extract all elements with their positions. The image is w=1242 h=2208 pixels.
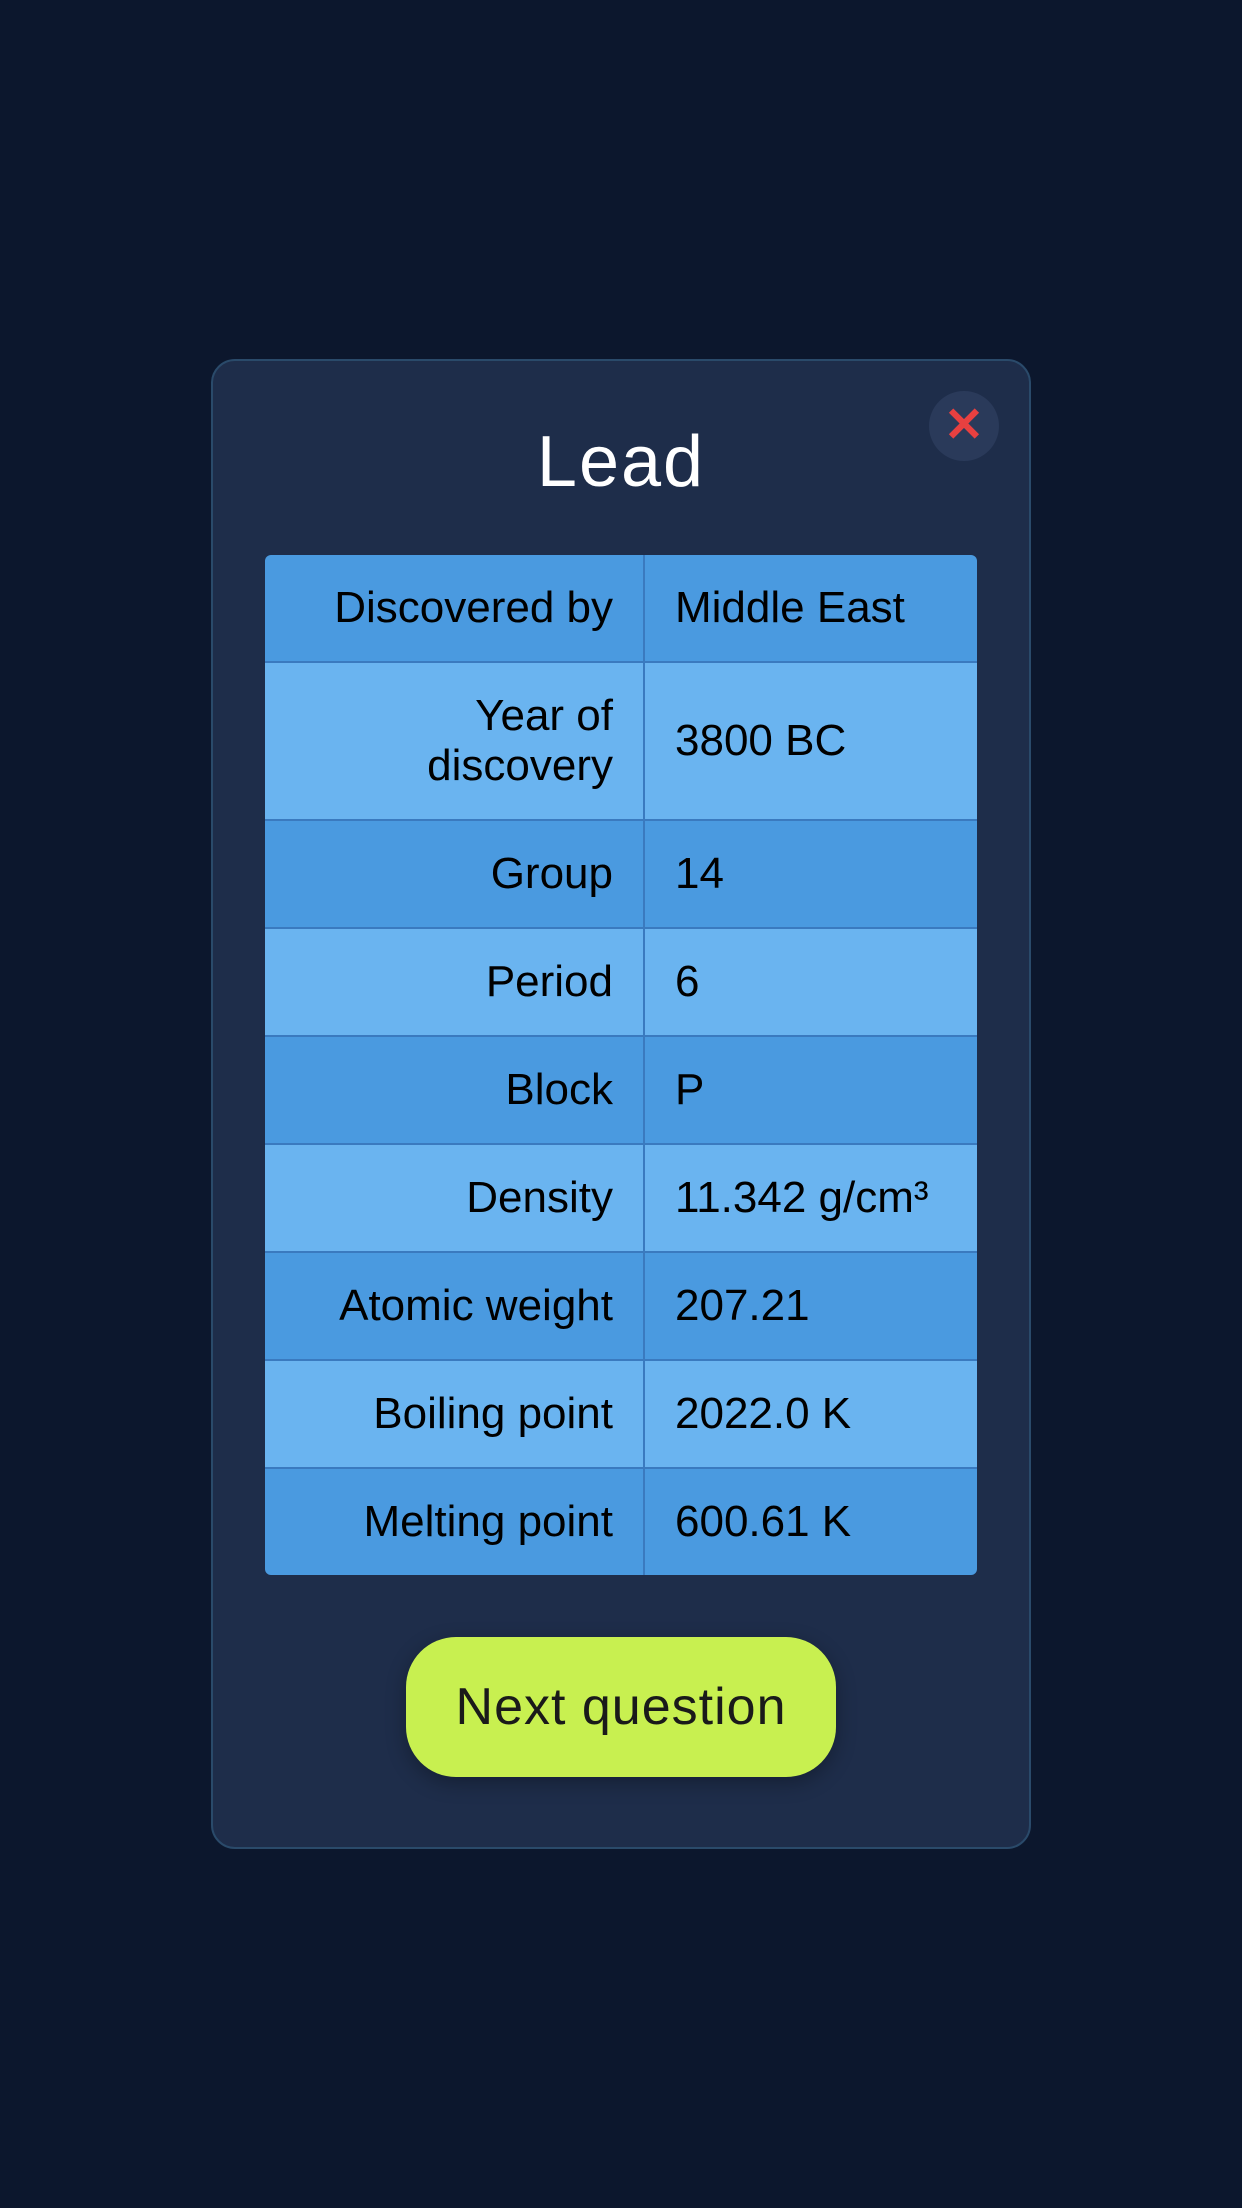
row-label: Discovered by — [264, 554, 644, 662]
table-row: Boiling point2022.0 K — [264, 1360, 978, 1468]
table-row: Group14 — [264, 820, 978, 928]
row-label: Year of discovery — [264, 662, 644, 820]
row-value: 207.21 — [644, 1252, 978, 1360]
element-title: Lead — [263, 421, 979, 503]
row-value: 2022.0 K — [644, 1360, 978, 1468]
table-row: Period6 — [264, 928, 978, 1036]
element-info-table: Discovered byMiddle EastYear of discover… — [263, 553, 979, 1577]
table-row: Year of discovery3800 BC — [264, 662, 978, 820]
row-value: P — [644, 1036, 978, 1144]
row-label: Boiling point — [264, 1360, 644, 1468]
row-label: Period — [264, 928, 644, 1036]
next-question-label: Next question — [456, 1678, 787, 1736]
row-value: 600.61 K — [644, 1468, 978, 1576]
table-row: BlockP — [264, 1036, 978, 1144]
row-value: 6 — [644, 928, 978, 1036]
row-label: Group — [264, 820, 644, 928]
overlay: ✕ Lead Discovered byMiddle EastYear of d… — [0, 0, 1242, 2208]
row-label: Atomic weight — [264, 1252, 644, 1360]
row-value: 11.342 g/cm³ — [644, 1144, 978, 1252]
close-button[interactable]: ✕ — [929, 391, 999, 461]
row-label: Melting point — [264, 1468, 644, 1576]
table-row: Melting point600.61 K — [264, 1468, 978, 1576]
row-value: 3800 BC — [644, 662, 978, 820]
row-value: Middle East — [644, 554, 978, 662]
table-row: Atomic weight207.21 — [264, 1252, 978, 1360]
modal-dialog: ✕ Lead Discovered byMiddle EastYear of d… — [211, 359, 1031, 1849]
next-question-button[interactable]: Next question — [406, 1637, 836, 1777]
row-label: Block — [264, 1036, 644, 1144]
table-row: Discovered byMiddle East — [264, 554, 978, 662]
close-icon: ✕ — [944, 402, 984, 450]
row-label: Density — [264, 1144, 644, 1252]
row-value: 14 — [644, 820, 978, 928]
table-row: Density11.342 g/cm³ — [264, 1144, 978, 1252]
